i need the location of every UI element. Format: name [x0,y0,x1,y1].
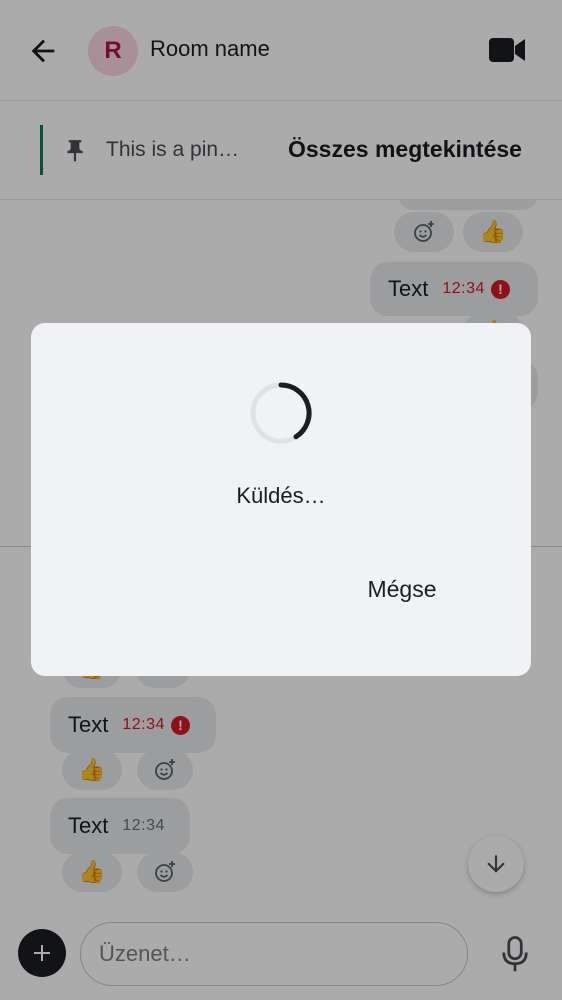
dialog-message: Küldés… [236,483,326,508]
sending-dialog: Küldés… Mégse [31,323,531,676]
cancel-button[interactable]: Mégse [349,565,455,613]
loading-spinner-icon [250,382,312,444]
